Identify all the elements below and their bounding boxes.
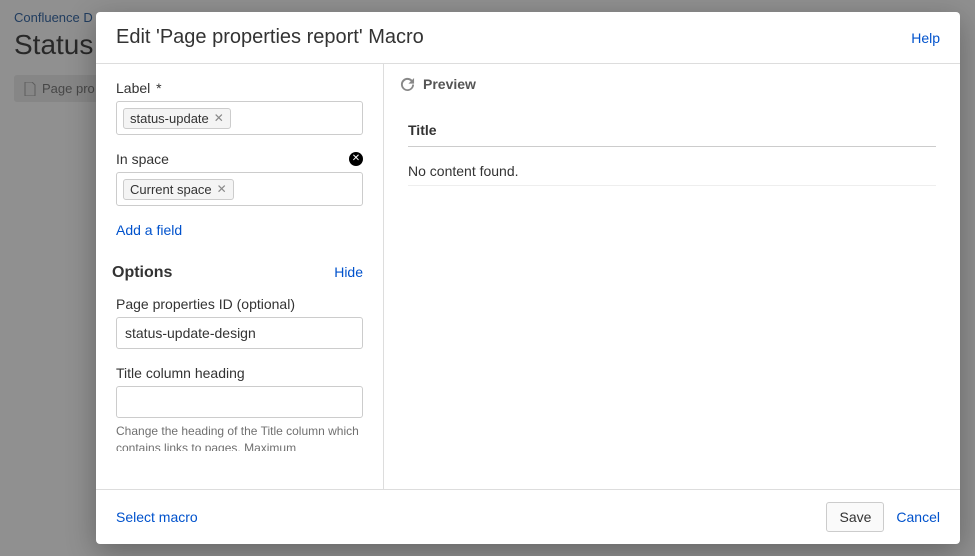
label-input[interactable]: status-update ✕ <box>116 101 363 135</box>
remove-token-icon[interactable]: ✕ <box>214 111 224 125</box>
add-field-link[interactable]: Add a field <box>116 222 363 238</box>
macro-editor-modal: Edit 'Page properties report' Macro Help… <box>96 12 960 544</box>
preview-panel: Preview Title No content found. <box>384 64 960 489</box>
preview-label: Preview <box>423 76 476 92</box>
title-col-label: Title column heading <box>116 365 245 381</box>
label-token[interactable]: status-update ✕ <box>123 108 231 129</box>
refresh-icon[interactable] <box>400 77 415 92</box>
label-token-text: status-update <box>130 111 209 126</box>
label-field-label: Label <box>116 80 150 96</box>
modal-title: Edit 'Page properties report' Macro <box>116 26 424 49</box>
space-field-label: In space <box>116 151 169 167</box>
space-input[interactable]: Current space ✕ <box>116 172 363 206</box>
form-panel: Label * status-update ✕ In space ✕ <box>96 64 384 489</box>
save-button[interactable]: Save <box>826 502 884 532</box>
space-token[interactable]: Current space ✕ <box>123 179 234 200</box>
clear-space-icon[interactable]: ✕ <box>349 152 363 166</box>
cancel-link[interactable]: Cancel <box>896 509 940 525</box>
modal-footer: Select macro Save Cancel <box>96 489 960 544</box>
required-star: * <box>156 80 161 96</box>
title-col-input[interactable] <box>116 386 363 418</box>
preview-table-header: Title <box>408 122 936 147</box>
options-heading: Options <box>112 264 172 282</box>
space-token-text: Current space <box>130 182 212 197</box>
remove-token-icon[interactable]: ✕ <box>217 182 227 196</box>
pp-id-input[interactable] <box>116 317 363 349</box>
modal-header: Edit 'Page properties report' Macro Help <box>96 12 960 64</box>
options-toggle-link[interactable]: Hide <box>334 264 363 280</box>
help-link[interactable]: Help <box>911 30 940 46</box>
preview-empty-message: No content found. <box>408 157 936 186</box>
title-col-helper: Change the heading of the Title column w… <box>116 423 363 451</box>
pp-id-label: Page properties ID (optional) <box>116 296 295 312</box>
select-macro-link[interactable]: Select macro <box>116 509 198 525</box>
